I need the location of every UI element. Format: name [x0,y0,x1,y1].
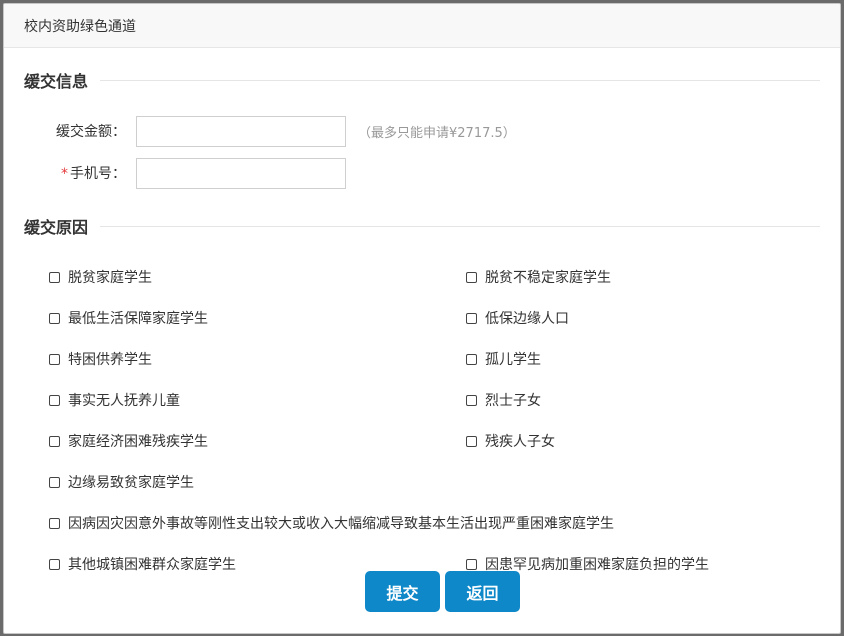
reason-label: 事实无人抚养儿童 [68,393,180,409]
checkbox-box[interactable] [49,271,60,283]
phone-input[interactable] [136,157,346,189]
amount-label: 缓交金额： [56,124,126,140]
reason-label: 脱贫不稳定家庭学生 [485,270,611,286]
dialog-titlebar: 校内资助绿色通道 [4,4,840,48]
reason-label: 特困供养学生 [68,352,152,368]
info-section-header: 缓交信息 [24,68,820,92]
green-channel-dialog: 校内资助绿色通道 缓交信息 缓交金额： （最多只能申请¥2717.5） * 手机号… [3,3,841,634]
checkbox-box[interactable] [49,476,60,488]
phone-label-wrap: * 手机号： [4,163,136,183]
reason-checkbox[interactable]: 边缘易致贫家庭学生 [49,472,194,492]
checkbox-box[interactable] [466,312,477,324]
reason-checkbox[interactable]: 脱贫家庭学生 [49,267,152,287]
reason-checkbox[interactable]: 脱贫不稳定家庭学生 [466,267,611,287]
reason-label: 孤儿学生 [485,352,541,368]
amount-hint: （最多只能申请¥2717.5） [358,125,516,141]
checkbox-box[interactable] [49,435,60,447]
reason-checkbox[interactable]: 事实无人抚养儿童 [49,390,180,410]
info-section-title: 缓交信息 [24,72,89,91]
checkbox-box[interactable] [49,517,60,529]
checkbox-box[interactable] [49,312,60,324]
checkbox-box[interactable] [466,435,477,447]
reason-label: 家庭经济困难残疾学生 [68,434,208,450]
reason-label: 低保边缘人口 [485,311,569,327]
dialog-title: 校内资助绿色通道 [24,18,136,35]
checkbox-box[interactable] [49,558,60,570]
reason-label: 因病因灾因意外事故等刚性支出较大或收入大幅缩减导致基本生活出现严重困难家庭学生 [68,516,614,532]
reason-checkbox[interactable]: 其他城镇困难群众家庭学生 [49,554,236,574]
checkbox-box[interactable] [466,353,477,365]
reason-checkbox[interactable]: 孤儿学生 [466,349,541,369]
reason-label: 其他城镇困难群众家庭学生 [68,557,236,573]
reason-checkbox[interactable]: 家庭经济困难残疾学生 [49,431,208,451]
reason-checkbox[interactable]: 特困供养学生 [49,349,152,369]
checkbox-box[interactable] [49,353,60,365]
reason-label: 烈士子女 [485,393,541,409]
submit-button[interactable]: 提交 [365,571,440,612]
reason-label: 因患罕见病加重困难家庭负担的学生 [485,557,709,573]
required-mark: * [61,166,68,182]
reason-section-header: 缓交原因 [24,214,820,238]
section-divider [100,79,820,81]
reason-checkbox[interactable]: 烈士子女 [466,390,541,410]
checkbox-box[interactable] [466,271,477,283]
amount-input[interactable] [136,115,346,147]
checkbox-box[interactable] [466,558,477,570]
reason-checkbox[interactable]: 因病因灾因意外事故等刚性支出较大或收入大幅缩减导致基本生活出现严重困难家庭学生 [49,513,614,533]
phone-label: 手机号： [70,166,126,182]
reason-label: 脱贫家庭学生 [68,270,152,286]
reason-label: 边缘易致贫家庭学生 [68,475,194,491]
phone-row: * 手机号： [4,157,346,189]
reason-label: 最低生活保障家庭学生 [68,311,208,327]
amount-row: 缓交金额： （最多只能申请¥2717.5） [4,115,516,147]
reason-checkbox[interactable]: 低保边缘人口 [466,308,569,328]
reason-section-title: 缓交原因 [24,218,89,237]
checkbox-box[interactable] [466,394,477,406]
reason-checkbox[interactable]: 残疾人子女 [466,431,555,451]
reason-label: 残疾人子女 [485,434,555,450]
section-divider [100,225,820,227]
reason-checkbox[interactable]: 最低生活保障家庭学生 [49,308,208,328]
back-button[interactable]: 返回 [445,571,520,612]
checkbox-box[interactable] [49,394,60,406]
